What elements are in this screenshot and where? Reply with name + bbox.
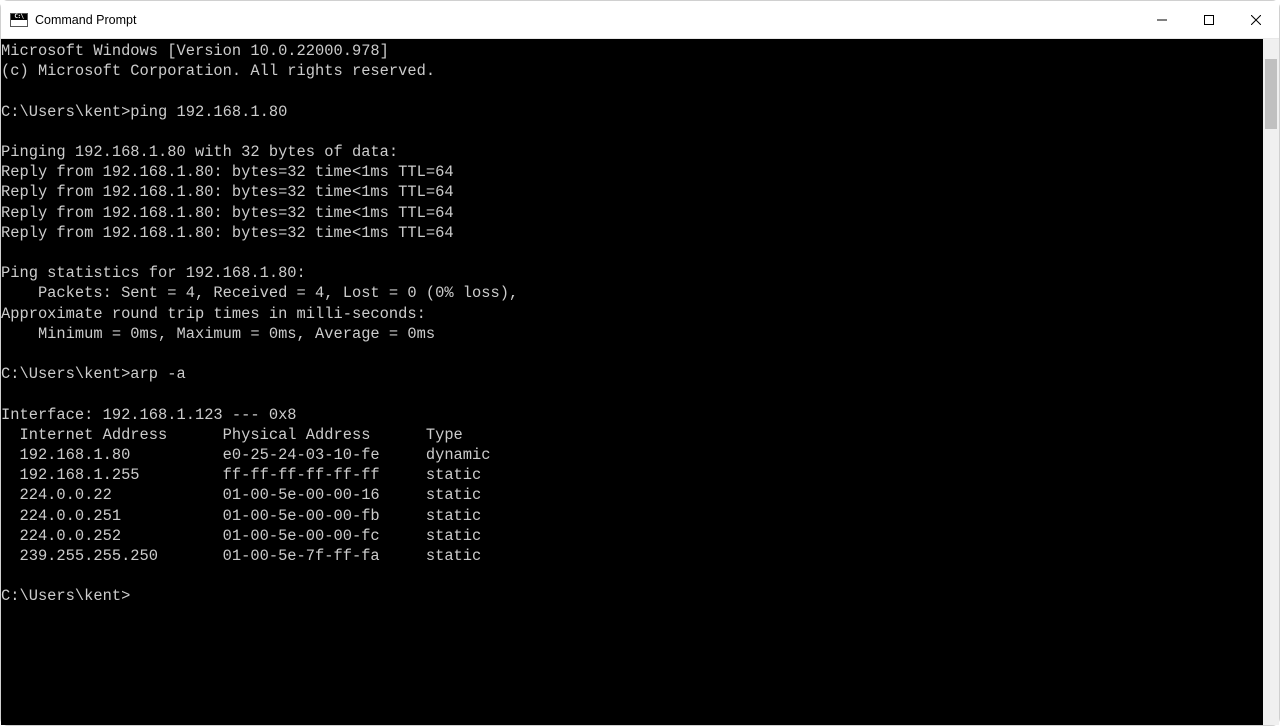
minimize-icon [1157, 15, 1167, 25]
terminal-output[interactable]: Microsoft Windows [Version 10.0.22000.97… [1, 39, 1279, 725]
output-line: Packets: Sent = 4, Received = 4, Lost = … [1, 284, 518, 302]
output-line: 239.255.255.250 01-00-5e-7f-ff-fa static [1, 547, 481, 565]
output-line: 224.0.0.252 01-00-5e-00-00-fc static [1, 527, 481, 545]
output-line: Minimum = 0ms, Maximum = 0ms, Average = … [1, 325, 435, 343]
window-title: Command Prompt [35, 13, 136, 27]
close-icon [1251, 15, 1261, 25]
output-line: 192.168.1.255 ff-ff-ff-ff-ff-ff static [1, 466, 481, 484]
output-line: Internet Address Physical Address Type [1, 426, 463, 444]
minimize-button[interactable] [1138, 1, 1185, 38]
scrollbar-track[interactable] [1263, 39, 1279, 725]
output-line: Reply from 192.168.1.80: bytes=32 time<1… [1, 163, 454, 181]
output-line: Reply from 192.168.1.80: bytes=32 time<1… [1, 183, 454, 201]
maximize-button[interactable] [1185, 1, 1232, 38]
prompt-line: C:\Users\kent>arp -a [1, 365, 186, 383]
output-line: Ping statistics for 192.168.1.80: [1, 264, 306, 282]
window-controls [1138, 1, 1279, 38]
output-line: Microsoft Windows [Version 10.0.22000.97… [1, 42, 389, 60]
prompt-line: C:\Users\kent>ping 192.168.1.80 [1, 103, 287, 121]
output-line: Approximate round trip times in milli-se… [1, 305, 426, 323]
terminal-area[interactable]: Microsoft Windows [Version 10.0.22000.97… [1, 39, 1279, 725]
window-titlebar: C:\ Command Prompt [1, 1, 1279, 39]
app-icon: C:\ [10, 13, 28, 27]
maximize-icon [1204, 15, 1214, 25]
output-line: Reply from 192.168.1.80: bytes=32 time<1… [1, 204, 454, 222]
output-line: 224.0.0.22 01-00-5e-00-00-16 static [1, 486, 481, 504]
close-button[interactable] [1232, 1, 1279, 38]
output-line: Reply from 192.168.1.80: bytes=32 time<1… [1, 224, 454, 242]
prompt-line: C:\Users\kent> [1, 587, 130, 605]
output-line: Interface: 192.168.1.123 --- 0x8 [1, 406, 297, 424]
output-line: Pinging 192.168.1.80 with 32 bytes of da… [1, 143, 398, 161]
scrollbar-thumb[interactable] [1265, 59, 1277, 129]
output-line: (c) Microsoft Corporation. All rights re… [1, 62, 435, 80]
output-line: 224.0.0.251 01-00-5e-00-00-fb static [1, 507, 481, 525]
output-line: 192.168.1.80 e0-25-24-03-10-fe dynamic [1, 446, 491, 464]
